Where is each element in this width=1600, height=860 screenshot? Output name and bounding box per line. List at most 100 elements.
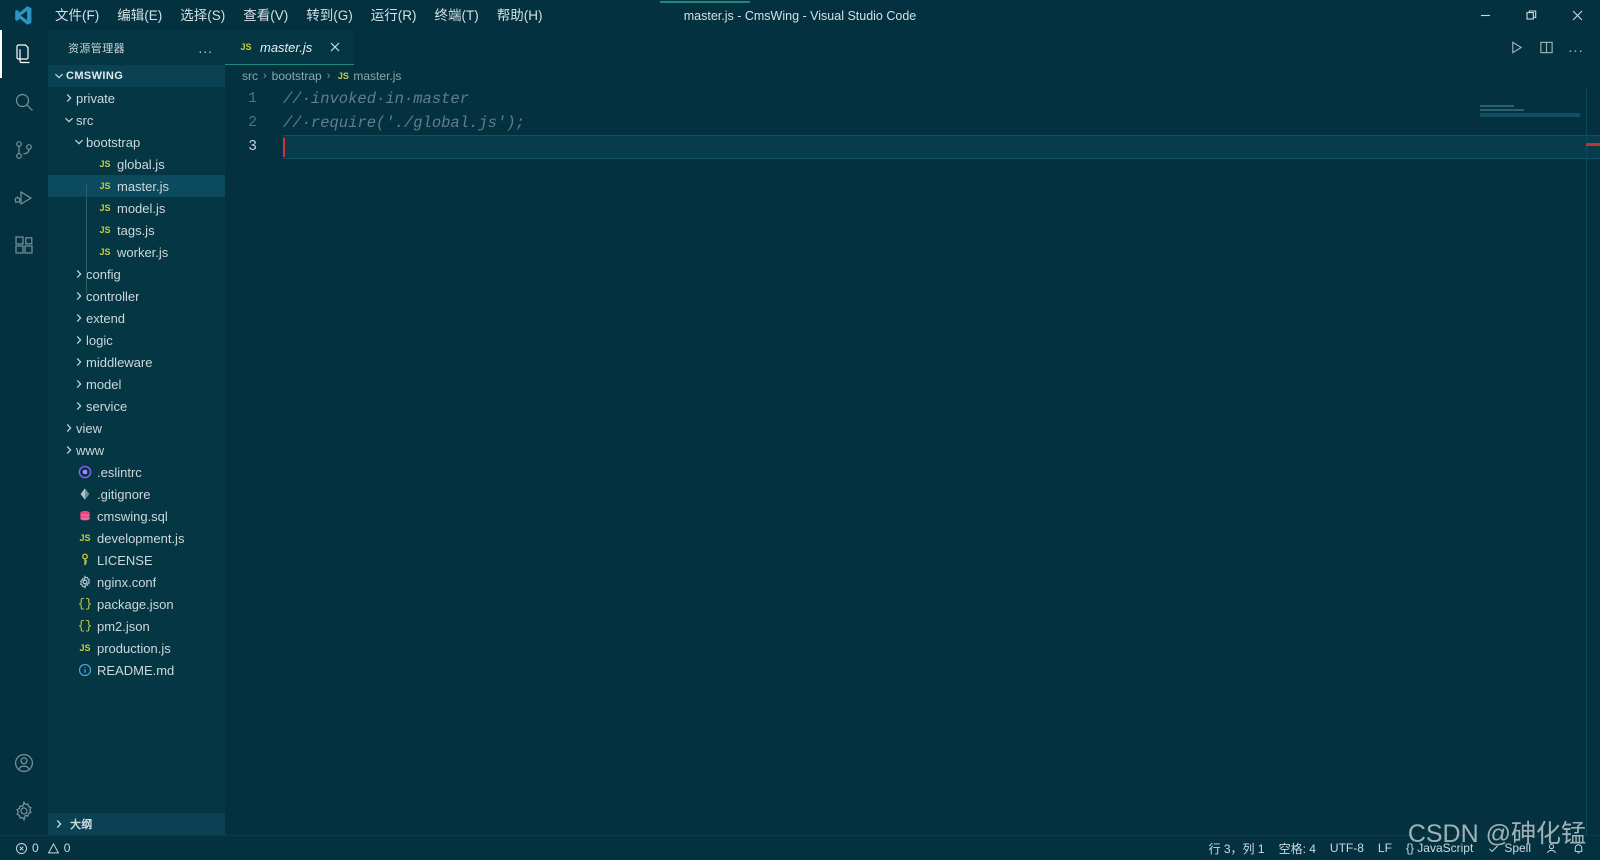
overview-ruler[interactable] <box>1586 87 1600 835</box>
code-line-content[interactable] <box>283 135 1600 159</box>
code-line[interactable]: 3 <box>225 135 1600 159</box>
status-spell-checker[interactable]: Spell <box>1480 836 1538 860</box>
menu-help[interactable]: 帮助(H) <box>488 3 552 29</box>
menu-go[interactable]: 转到(G) <box>297 3 362 29</box>
js-icon: JS <box>79 643 91 653</box>
tree-file-worker-js[interactable]: JS worker.js <box>48 241 225 263</box>
tree-file-global-js[interactable]: JS global.js <box>48 153 225 175</box>
menu-terminal[interactable]: 终端(T) <box>426 3 488 29</box>
minimap[interactable] <box>1466 87 1586 835</box>
activity-search-icon[interactable] <box>0 78 48 126</box>
close-button[interactable] <box>1554 1 1600 31</box>
chevron-right-icon[interactable] <box>72 313 86 323</box>
outline-section-header[interactable]: 大纲 <box>48 813 225 835</box>
status-encoding[interactable]: UTF-8 <box>1323 836 1371 860</box>
tree-folder-extend[interactable]: extend <box>48 307 225 329</box>
status-problems[interactable]: 0 0 <box>8 836 77 860</box>
breadcrumb-item-bootstrap[interactable]: bootstrap <box>272 69 322 83</box>
tree-folder-src[interactable]: src <box>48 109 225 131</box>
chevron-right-icon[interactable] <box>62 93 76 103</box>
chevron-right-icon[interactable] <box>72 401 86 411</box>
code-line[interactable]: 2 //·require('./global.js'); <box>225 111 1600 135</box>
sidebar-more-actions-icon[interactable]: ... <box>194 40 217 56</box>
chevron-down-icon[interactable] <box>52 71 66 81</box>
activity-settings-gear-icon[interactable] <box>0 787 48 835</box>
chevron-right-icon[interactable] <box>72 379 86 389</box>
split-editor-button[interactable] <box>1532 34 1560 62</box>
menu-edit[interactable]: 编辑(E) <box>108 3 171 29</box>
status-language-mode[interactable]: {} JavaScript <box>1399 836 1480 860</box>
code-line-content[interactable]: //·require('./global.js'); <box>283 111 1600 135</box>
run-file-button[interactable] <box>1502 34 1530 62</box>
status-bar: 0 0 行 3，列 1 空格: 4 UTF-8 LF {} JavaScript… <box>0 835 1600 860</box>
chevron-down-icon[interactable] <box>62 115 76 125</box>
js-icon: JS <box>99 225 111 235</box>
tree-folder-service[interactable]: service <box>48 395 225 417</box>
activity-source-control-icon[interactable] <box>0 126 48 174</box>
tree-file-readme-md[interactable]: README.md <box>48 659 225 681</box>
activity-account-icon[interactable] <box>0 739 48 787</box>
tree-file-package-json[interactable]: {} package.json <box>48 593 225 615</box>
activity-run-debug-icon[interactable] <box>0 174 48 222</box>
code-lines[interactable]: 1 //·invoked·in·master 2 //·require('./glob… <box>225 87 1600 835</box>
tree-indent-guide <box>86 184 87 294</box>
tree-folder-controller[interactable]: controller <box>48 285 225 307</box>
tree-folder-middleware[interactable]: middleware <box>48 351 225 373</box>
tree-file-production-js[interactable]: JS production.js <box>48 637 225 659</box>
chevron-right-icon[interactable] <box>62 445 76 455</box>
status-notifications[interactable] <box>1565 836 1592 860</box>
tree-folder-view[interactable]: view <box>48 417 225 439</box>
chevron-right-icon[interactable] <box>72 357 86 367</box>
chevron-right-icon[interactable] <box>72 291 86 301</box>
tree-folder-config[interactable]: config <box>48 263 225 285</box>
tree-folder-private[interactable]: private <box>48 87 225 109</box>
tree-file-license[interactable]: LICENSE <box>48 549 225 571</box>
status-cursor-position[interactable]: 行 3，列 1 <box>1202 836 1272 860</box>
code-line[interactable]: 1 //·invoked·in·master <box>225 87 1600 111</box>
overview-slider[interactable] <box>1586 87 1600 835</box>
tree-item-label: model.js <box>117 200 166 216</box>
tree-file-model-js[interactable]: JS model.js <box>48 197 225 219</box>
breadcrumb-item-src[interactable]: src <box>242 69 258 83</box>
chevron-down-icon[interactable] <box>72 137 86 147</box>
tree-folder-logic[interactable]: logic <box>48 329 225 351</box>
restore-button[interactable] <box>1508 1 1554 31</box>
status-accounts[interactable] <box>1538 836 1565 860</box>
code-editor[interactable]: 1 //·invoked·in·master 2 //·require('./glob… <box>225 87 1600 835</box>
tree-file--gitignore[interactable]: .gitignore <box>48 483 225 505</box>
activity-explorer-icon[interactable] <box>0 30 48 78</box>
minimize-button[interactable] <box>1462 1 1508 31</box>
menu-view[interactable]: 查看(V) <box>234 3 297 29</box>
menu-run[interactable]: 运行(R) <box>362 3 426 29</box>
menu-selection[interactable]: 选择(S) <box>171 3 234 29</box>
tab-master-js[interactable]: JS master.js <box>225 30 355 65</box>
tree-item-label: www <box>76 442 105 458</box>
error-count: 0 <box>32 841 39 855</box>
tree-item-label: cmswing.sql <box>97 508 168 524</box>
tree-file-master-js[interactable]: JS master.js <box>48 175 225 197</box>
menu-file[interactable]: 文件(F) <box>46 3 108 29</box>
breadcrumb-item-master-js[interactable]: JS master.js <box>335 69 402 83</box>
tree-folder-www[interactable]: www <box>48 439 225 461</box>
close-tab-icon[interactable] <box>326 38 344 56</box>
status-indentation[interactable]: 空格: 4 <box>1272 836 1323 860</box>
tree-root-cmswing[interactable]: CMSWING <box>48 65 225 87</box>
breadcrumb-separator-icon: › <box>263 70 267 82</box>
tree-file-pm2-json[interactable]: {} pm2.json <box>48 615 225 637</box>
chevron-right-icon[interactable] <box>72 269 86 279</box>
more-actions-button[interactable]: ... <box>1562 34 1590 62</box>
tree-folder-model[interactable]: model <box>48 373 225 395</box>
status-eol[interactable]: LF <box>1371 836 1399 860</box>
js-icon: JS <box>79 533 91 543</box>
tree-file--eslintrc[interactable]: .eslintrc <box>48 461 225 483</box>
tree-file-development-js[interactable]: JS development.js <box>48 527 225 549</box>
tree-file-tags-js[interactable]: JS tags.js <box>48 219 225 241</box>
tree-file-cmswing-sql[interactable]: cmswing.sql <box>48 505 225 527</box>
tree-folder-bootstrap[interactable]: bootstrap <box>48 131 225 153</box>
chevron-right-icon[interactable] <box>72 335 86 345</box>
tree-file-nginx-conf[interactable]: nginx.conf <box>48 571 225 593</box>
vscode-logo-icon <box>0 1 46 31</box>
chevron-right-icon[interactable] <box>62 423 76 433</box>
code-line-content[interactable]: //·invoked·in·master <box>283 87 1600 111</box>
activity-extensions-icon[interactable] <box>0 222 48 270</box>
